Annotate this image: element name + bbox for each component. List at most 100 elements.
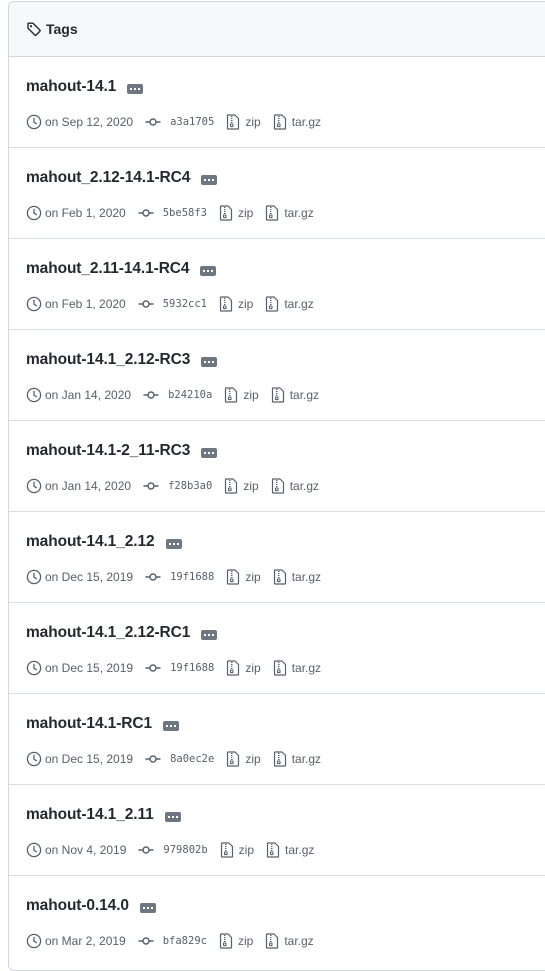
clock-icon [26,933,42,949]
tag-name-link[interactable]: mahout-14.1_2.12-RC1 [26,624,190,642]
download-zip-link[interactable]: zip [245,570,260,584]
more-options-icon[interactable] [201,448,218,458]
download-targz-link[interactable]: tar.gz [284,297,313,311]
file-zip-icon [271,387,284,403]
tag-row: mahout-14.1 on Sep 12, 2020 a3a1705 zip [9,57,545,148]
download-targz-link[interactable]: tar.gz [284,934,313,948]
download-targz-link[interactable]: tar.gz [284,206,313,220]
tag-name-link[interactable]: mahout-14.1-RC1 [26,715,152,733]
commit-sha-link[interactable]: 19f1688 [170,571,214,583]
tag-name-line: mahout-14.1 [26,76,144,98]
download-zip-link[interactable]: zip [243,388,258,402]
tag-name-link[interactable]: mahout_2.11-14.1-RC4 [26,260,190,278]
more-options-icon[interactable] [201,630,218,640]
tag-row: mahout-14.1_2.11 on Nov 4, 2019 979802b … [9,785,545,876]
download-zip-link[interactable]: zip [238,206,253,220]
more-options-icon[interactable] [127,84,144,94]
download-zip-link[interactable]: zip [238,297,253,311]
file-zip-icon [225,478,238,494]
tag-name-line: mahout-14.1_2.11 [26,804,181,826]
tag-row: mahout_2.11-14.1-RC4 on Feb 1, 2020 5932… [9,239,545,330]
commit-icon [143,482,159,490]
file-zip-icon [219,933,233,949]
tag-meta: on Jan 14, 2020 f28b3a0 zip tar.gz [26,477,319,495]
tag-name-link[interactable]: mahout-14.1_2.12-RC3 [26,351,190,369]
file-zip-icon [273,114,286,130]
commit-sha-link[interactable]: 19f1688 [170,662,214,674]
more-options-icon[interactable] [162,721,179,731]
more-options-icon[interactable] [201,175,218,185]
commit-sha-link[interactable]: f28b3a0 [168,480,212,492]
tag-name-link[interactable]: mahout-14.1-2_11-RC3 [26,442,190,460]
more-options-icon[interactable] [201,357,218,367]
file-zip-icon [266,842,280,858]
tag-meta: on Jan 14, 2020 b24210a zip tar.gz [26,386,319,404]
more-options-icon[interactable] [164,812,181,822]
download-zip-link[interactable]: zip [238,934,253,948]
download-targz-link[interactable]: tar.gz [290,388,319,402]
tag-row: mahout-0.14.0 on Mar 2, 2019 bfa829c zip [9,876,545,967]
file-zip-icon [219,205,233,221]
commit-sha-link[interactable]: 5be58f3 [163,207,207,219]
tag-meta: on Feb 1, 2020 5932cc1 zip tar.gz [26,295,314,313]
clock-icon [26,114,42,130]
more-options-icon[interactable] [139,903,156,913]
download-targz-link[interactable]: tar.gz [290,479,319,493]
tag-name-link[interactable]: mahout-0.14.0 [26,897,129,915]
commit-sha-link[interactable]: a3a1705 [170,116,214,128]
tag-name-line: mahout-14.1-RC1 [26,713,179,735]
tag-row: mahout-14.1_2.12-RC3 on Jan 14, 2020 b24… [9,330,545,421]
commit-sha-link[interactable]: b24210a [168,389,212,401]
file-zip-icon [227,660,240,676]
commit-sha-link[interactable]: bfa829c [163,935,207,947]
tag-name-line: mahout_2.11-14.1-RC4 [26,258,217,280]
tag-name-line: mahout-0.14.0 [26,895,156,917]
commit-sha-link[interactable]: 5932cc1 [163,298,207,310]
download-targz-link[interactable]: tar.gz [292,752,321,766]
tag-meta: on Mar 2, 2019 bfa829c zip tar.gz [26,932,314,950]
commit-sha-link[interactable]: 8a0ec2e [170,753,214,765]
clock-icon [26,660,42,676]
more-options-icon[interactable] [200,266,217,276]
download-zip-link[interactable]: zip [243,479,258,493]
commit-icon [138,209,154,217]
page-title: Tags [46,21,78,37]
more-options-icon[interactable] [165,539,182,549]
tag-name-link[interactable]: mahout-14.1_2.11 [26,806,154,824]
file-zip-icon [273,751,286,767]
commit-icon [145,573,161,581]
download-targz-link[interactable]: tar.gz [285,843,314,857]
tag-row: mahout-14.1-2_11-RC3 on Jan 14, 2020 f28… [9,421,545,512]
file-zip-icon [227,751,240,767]
download-zip-link[interactable]: zip [245,752,260,766]
file-zip-icon [219,296,233,312]
file-zip-icon [273,660,286,676]
tag-row: mahout-14.1_2.12-RC1 on Dec 15, 2019 19f… [9,603,545,694]
download-targz-link[interactable]: tar.gz [292,661,321,675]
clock-icon [26,478,42,494]
tag-name-line: mahout_2.12-14.1-RC4 [26,167,218,189]
file-zip-icon [227,569,240,585]
download-zip-link[interactable]: zip [239,843,254,857]
tag-date: on Mar 2, 2019 [45,934,126,948]
tag-list: mahout-14.1 on Sep 12, 2020 a3a1705 zip [9,57,545,967]
tag-name-link[interactable]: mahout_2.12-14.1-RC4 [26,169,190,187]
download-targz-link[interactable]: tar.gz [292,115,321,129]
tag-icon [27,22,41,36]
tag-row: mahout_2.12-14.1-RC4 on Feb 1, 2020 5be5… [9,148,545,239]
clock-icon [26,205,42,221]
clock-icon [26,296,42,312]
tag-date: on Dec 15, 2019 [45,661,134,675]
download-targz-link[interactable]: tar.gz [292,570,321,584]
tag-date: on Jan 14, 2020 [45,388,132,402]
commit-sha-link[interactable]: 979802b [163,844,207,856]
tag-meta: on Feb 1, 2020 5be58f3 zip tar.gz [26,204,314,222]
download-zip-link[interactable]: zip [245,115,260,129]
tag-date: on Dec 15, 2019 [45,570,134,584]
file-zip-icon [273,569,286,585]
tag-name-link[interactable]: mahout-14.1 [26,78,116,96]
tag-name-link[interactable]: mahout-14.1_2.12 [26,533,155,551]
commit-icon [138,937,154,945]
tag-meta: on Nov 4, 2019 979802b zip tar.gz [26,841,314,859]
download-zip-link[interactable]: zip [245,661,260,675]
